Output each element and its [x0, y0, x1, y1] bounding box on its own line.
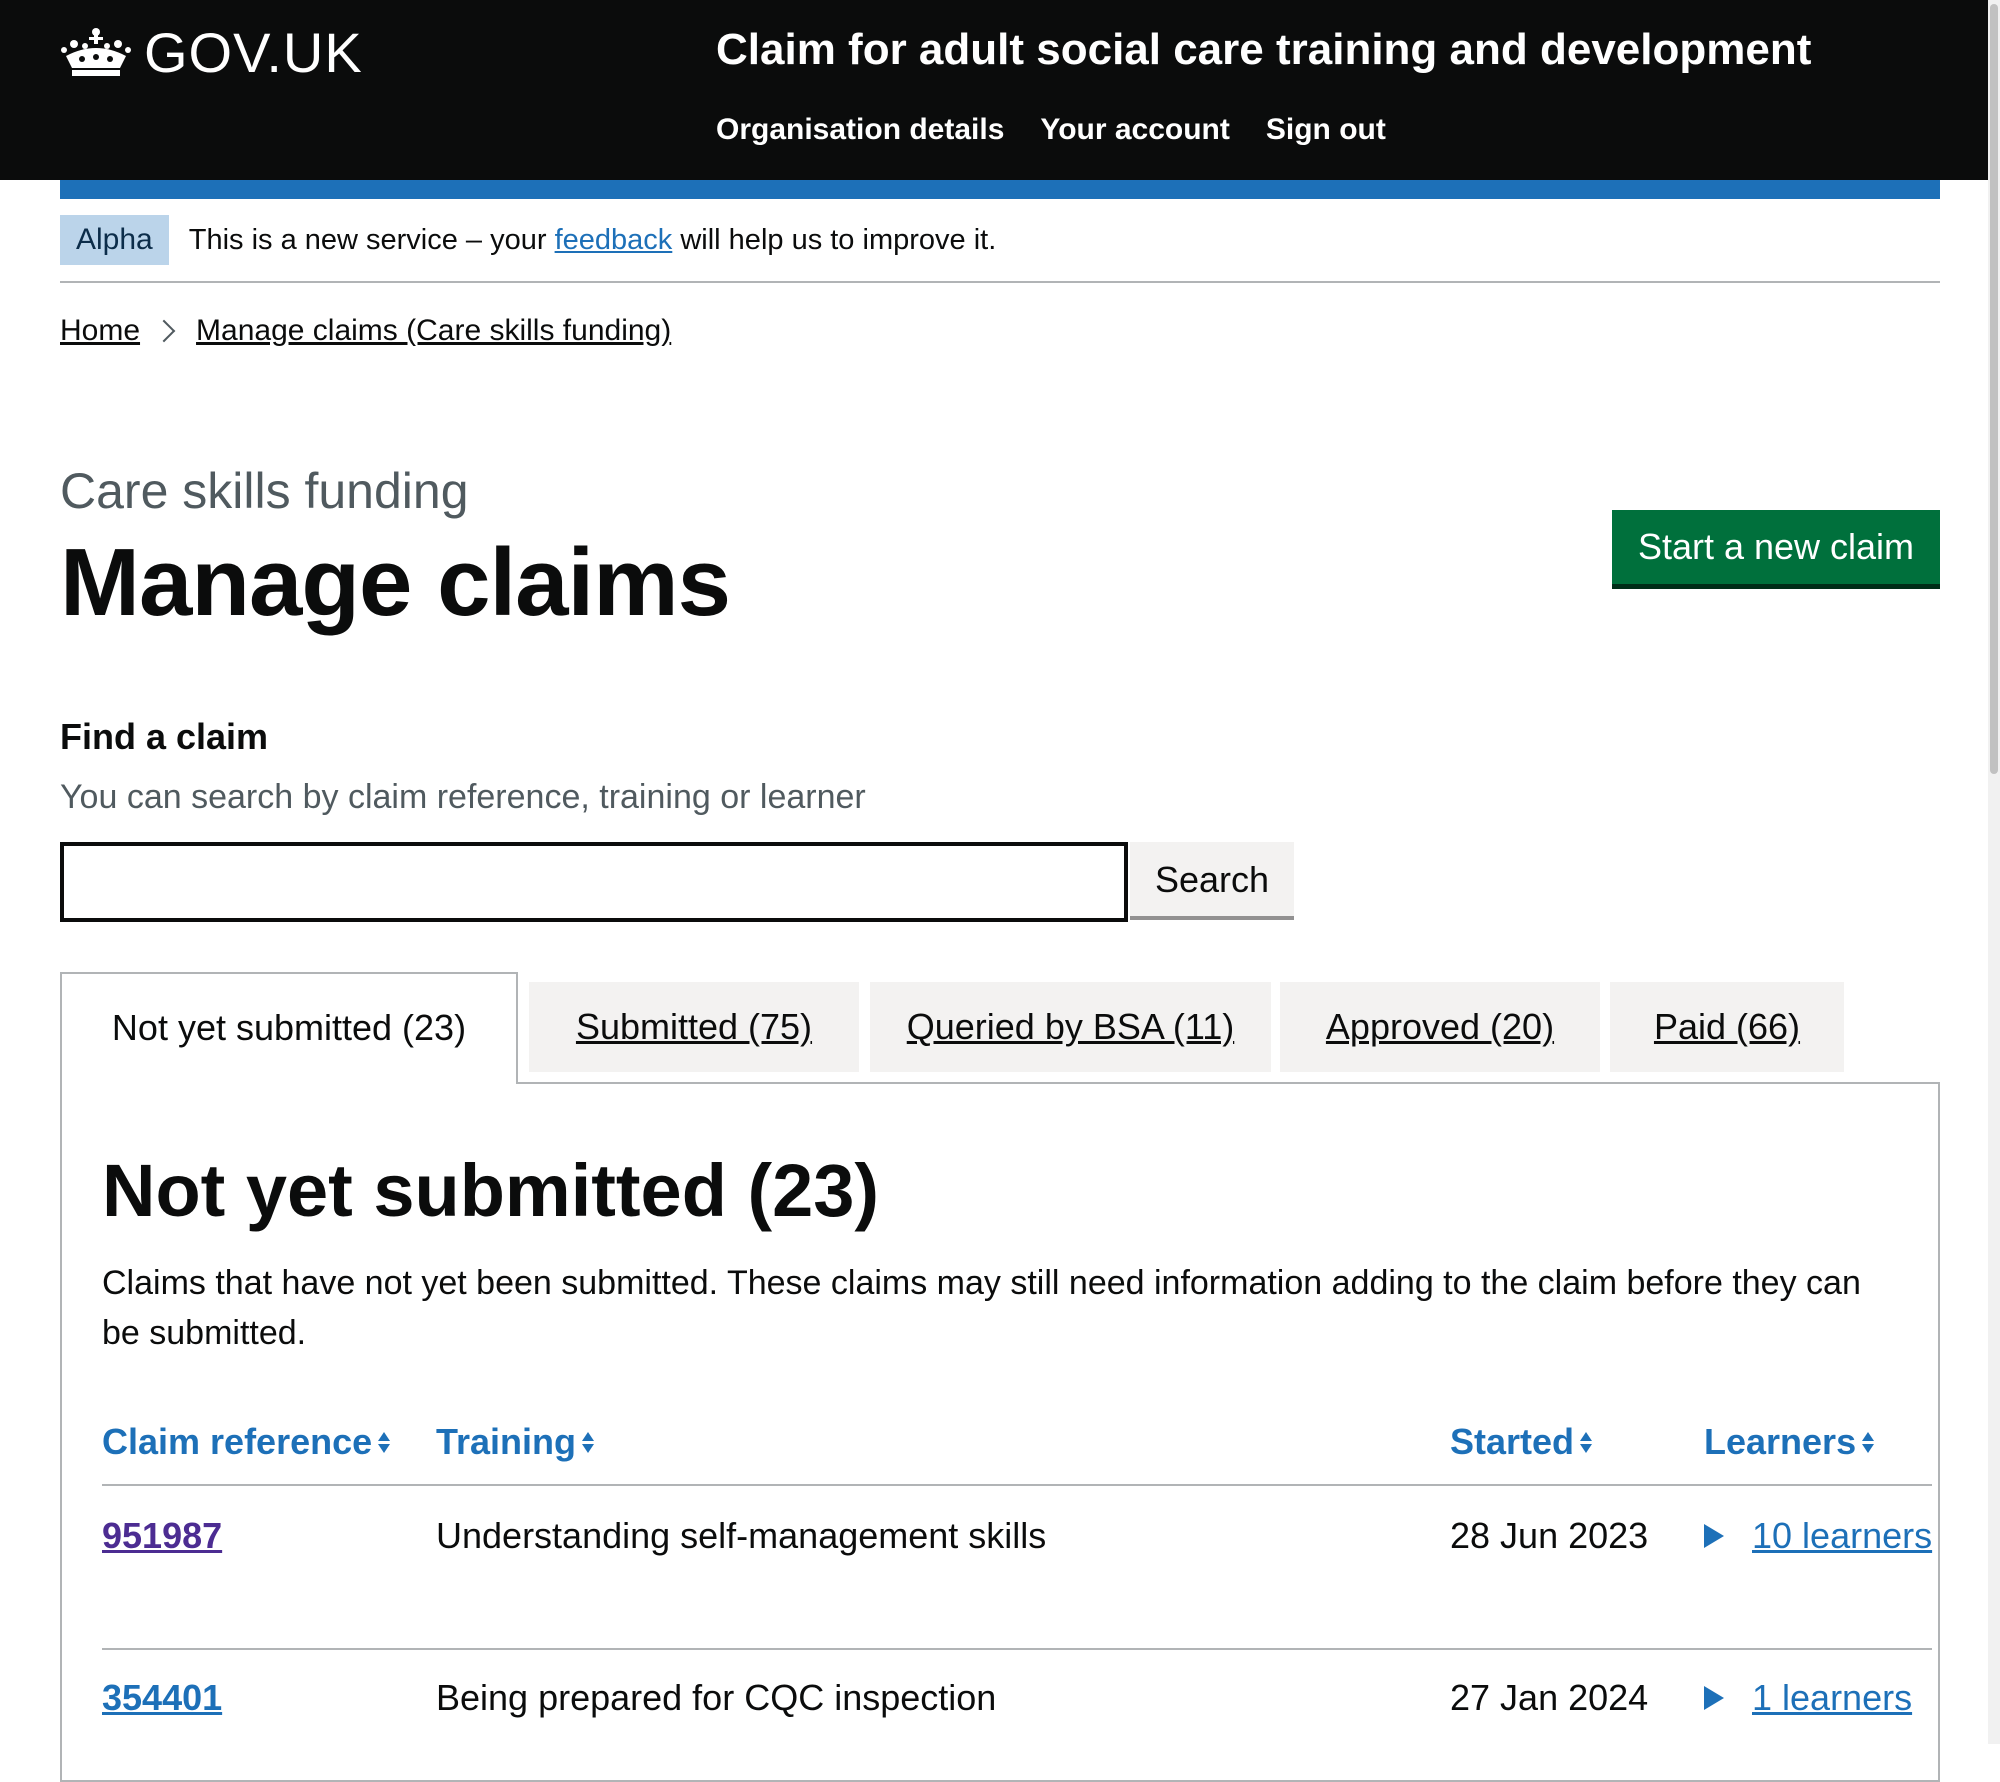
- table-cell-training: Understanding self-management skills: [436, 1515, 1047, 1556]
- table-cell-started: 28 Jun 2023: [1450, 1515, 1649, 1556]
- sort-icon: [378, 1431, 391, 1453]
- claim-reference-link[interactable]: 354401: [102, 1670, 222, 1726]
- scrollbar-thumb[interactable]: [1990, 4, 1998, 774]
- table-cell-training: Being prepared for CQC inspection: [436, 1677, 997, 1718]
- tab-paid[interactable]: Paid (66): [1610, 982, 1844, 1072]
- nav-your-account[interactable]: Your account: [1040, 106, 1229, 154]
- learners-toggle[interactable]: 1 learners: [1704, 1670, 1912, 1726]
- page-title: Manage claims: [60, 529, 731, 636]
- tab-approved[interactable]: Approved (20): [1280, 982, 1600, 1072]
- breadcrumb: Home Manage claims (Care skills funding): [60, 308, 671, 354]
- sort-started[interactable]: Started: [1450, 1414, 1593, 1470]
- header-nav: Organisation details Your account Sign o…: [716, 106, 1386, 154]
- table-header-divider: [102, 1484, 1932, 1486]
- sort-claim-reference[interactable]: Claim reference: [102, 1414, 391, 1470]
- tab-not-yet-submitted[interactable]: Not yet submitted (23): [60, 972, 518, 1084]
- phase-banner-text: This is a new service – your feedback wi…: [188, 224, 997, 256]
- sort-icon: [1580, 1431, 1593, 1453]
- phase-tag: Alpha: [60, 215, 169, 265]
- start-new-claim-button[interactable]: Start a new claim: [1612, 510, 1940, 584]
- crown-icon: [60, 26, 132, 80]
- search-button[interactable]: Search: [1130, 842, 1294, 916]
- learners-toggle[interactable]: 10 learners: [1704, 1508, 1932, 1564]
- page-caption: Care skills funding: [60, 463, 469, 519]
- tab-queried-by-bsa[interactable]: Queried by BSA (11): [870, 982, 1271, 1072]
- nav-sign-out[interactable]: Sign out: [1266, 106, 1386, 154]
- sort-learners[interactable]: Learners: [1704, 1414, 1875, 1470]
- breadcrumb-manage-claims[interactable]: Manage claims (Care skills funding): [196, 308, 671, 354]
- vertical-scrollbar[interactable]: [1988, 0, 2000, 1744]
- table-cell-started: 27 Jan 2024: [1450, 1677, 1649, 1718]
- sort-icon: [1862, 1431, 1875, 1453]
- header-blue-bar: [60, 180, 1940, 199]
- breadcrumb-home[interactable]: Home: [60, 308, 140, 354]
- panel-description: Claims that have not yet been submitted.…: [102, 1264, 1861, 1352]
- nav-organisation-details[interactable]: Organisation details: [716, 106, 1004, 154]
- sort-training[interactable]: Training: [436, 1414, 595, 1470]
- tab-panel-not-yet-submitted: Not yet submitted (23) Claims that have …: [60, 1082, 1940, 1782]
- search-hint: You can search by claim reference, train…: [60, 778, 866, 816]
- triangle-right-icon: [1704, 1524, 1724, 1548]
- govuk-logo-link[interactable]: GOV.UK: [60, 18, 363, 88]
- feedback-link[interactable]: feedback: [555, 224, 673, 256]
- search-label: Find a claim: [60, 716, 269, 757]
- search-input[interactable]: [60, 842, 1128, 922]
- claim-reference-link[interactable]: 951987: [102, 1508, 222, 1564]
- triangle-right-icon: [1704, 1686, 1724, 1710]
- sort-icon: [582, 1431, 595, 1453]
- panel-heading: Not yet submitted (23): [102, 1149, 880, 1232]
- table-row-divider: [102, 1648, 1932, 1650]
- phase-banner: Alpha This is a new service – your feedb…: [60, 199, 1940, 283]
- service-name-link[interactable]: Claim for adult social care training and…: [716, 20, 1811, 80]
- chevron-right-icon: [152, 319, 176, 343]
- logo-text: GOV.UK: [144, 21, 363, 84]
- tab-submitted[interactable]: Submitted (75): [529, 982, 859, 1072]
- site-header: GOV.UK Claim for adult social care train…: [0, 0, 2000, 180]
